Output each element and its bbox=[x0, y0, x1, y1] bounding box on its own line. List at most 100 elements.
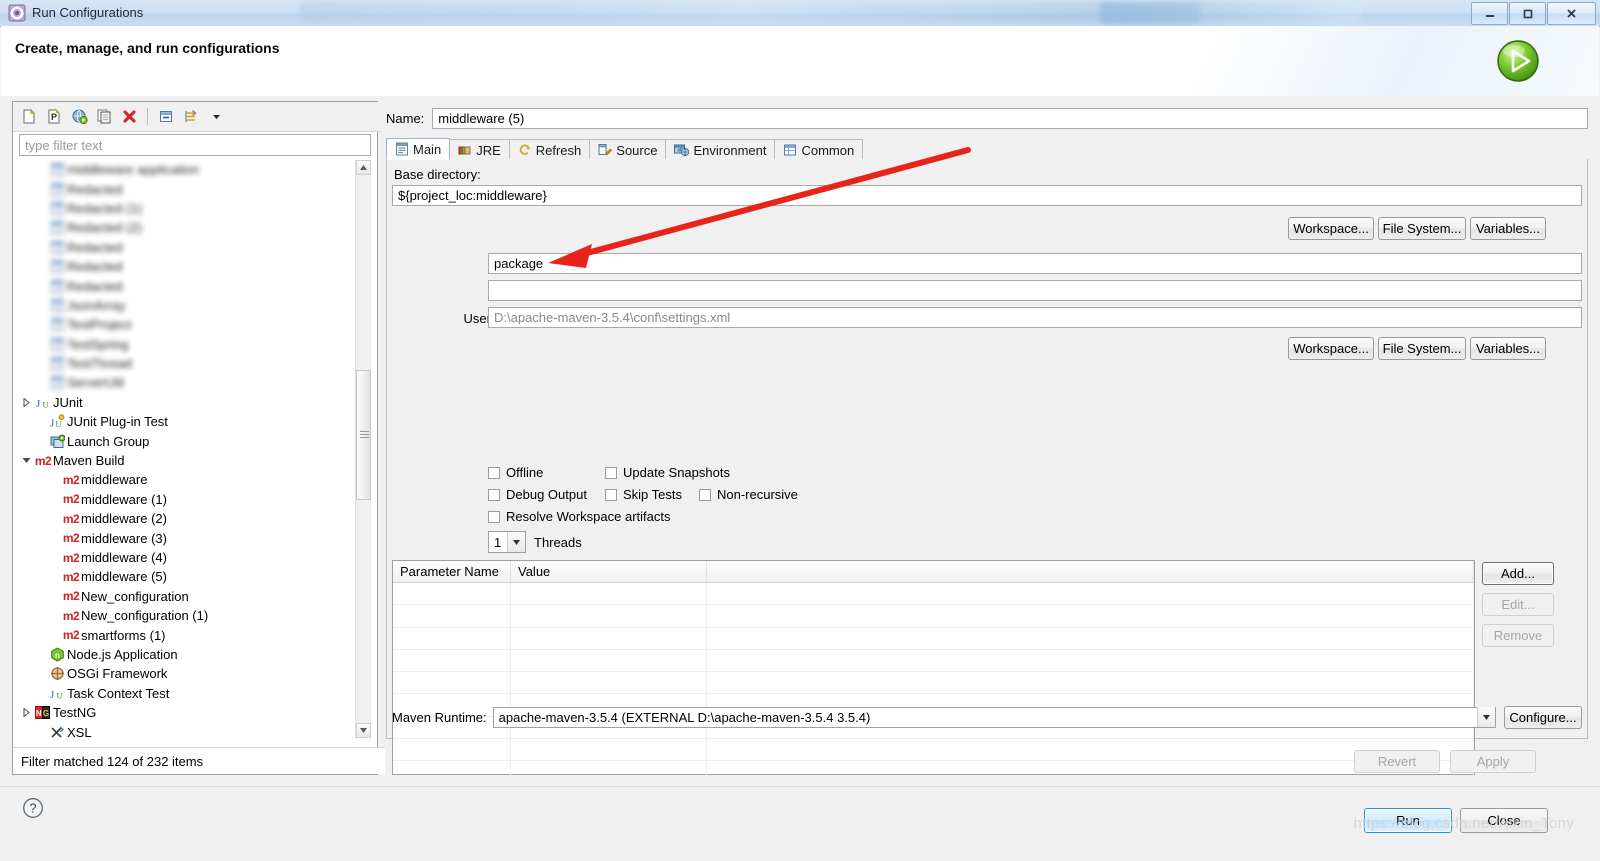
tree-item[interactable]: J Redacted bbox=[19, 276, 371, 295]
checkbox-offline[interactable]: Offline bbox=[488, 465, 543, 480]
table-cell bbox=[707, 605, 1474, 627]
tree-item[interactable]: m2 New_configuration (1) bbox=[19, 606, 371, 625]
maven-runtime-dropdown[interactable]: apache-maven-3.5.4 (EXTERNAL D:\apache-m… bbox=[492, 706, 1496, 728]
tree-scrollbar[interactable] bbox=[355, 160, 371, 738]
expander-collapsed-icon[interactable] bbox=[19, 397, 33, 407]
checkbox-skip-tests[interactable]: Skip Tests bbox=[605, 487, 682, 502]
tab-jre[interactable]: JRE bbox=[449, 139, 510, 160]
remove-button[interactable]: Remove bbox=[1482, 624, 1554, 647]
table-row[interactable] bbox=[393, 761, 1474, 784]
parameters-table[interactable]: Parameter Name Value bbox=[392, 560, 1475, 784]
tree-item[interactable]: m2 New_configuration bbox=[19, 587, 371, 606]
tree-item[interactable]: J TestThread bbox=[19, 354, 371, 373]
tree-item[interactable]: J U JUnit bbox=[19, 393, 371, 412]
tree-item[interactable]: n Node.js Application bbox=[19, 645, 371, 664]
user-settings-workspace-button[interactable]: Workspace... bbox=[1288, 337, 1374, 360]
checkbox-update-snapshots[interactable]: Update Snapshots bbox=[605, 465, 730, 480]
new-launch-configuration-icon[interactable] bbox=[18, 106, 40, 128]
search-input[interactable] bbox=[19, 134, 371, 156]
scroll-up-arrow-icon[interactable] bbox=[356, 160, 371, 175]
checkbox-box[interactable] bbox=[488, 510, 500, 523]
table-row[interactable] bbox=[393, 672, 1474, 695]
user-settings-variables-button[interactable]: Variables... bbox=[1470, 337, 1546, 360]
expander-collapsed-icon[interactable] bbox=[19, 708, 33, 718]
table-row[interactable] bbox=[393, 627, 1474, 650]
goals-input[interactable] bbox=[488, 253, 1582, 274]
tree-item[interactable]: J Redacted bbox=[19, 257, 371, 276]
table-row[interactable] bbox=[393, 649, 1474, 673]
tree-item[interactable]: J U Task Context Test bbox=[19, 684, 371, 703]
checkbox-box[interactable] bbox=[605, 488, 617, 501]
revert-button[interactable]: Revert bbox=[1354, 750, 1440, 773]
export-icon[interactable] bbox=[68, 106, 90, 128]
tree-item[interactable]: J Redacted (1) bbox=[19, 199, 371, 218]
scroll-down-arrow-icon[interactable] bbox=[356, 723, 371, 738]
threads-dropdown[interactable]: 1 bbox=[488, 531, 526, 553]
configure-button[interactable]: Configure... bbox=[1504, 705, 1582, 729]
tree-item[interactable]: XSL bbox=[19, 722, 371, 738]
tree-item[interactable]: J U JUnit Plug-in Test bbox=[19, 412, 371, 431]
close-button[interactable] bbox=[1547, 2, 1596, 25]
edit-button[interactable]: Edit... bbox=[1482, 593, 1554, 616]
checkbox-box[interactable] bbox=[488, 466, 500, 479]
column-header-parameter-name[interactable]: Parameter Name bbox=[393, 561, 511, 582]
tree-item[interactable]: J JsonArray bbox=[19, 296, 371, 315]
table-cell bbox=[393, 672, 511, 694]
tree-item[interactable]: J TestProject bbox=[19, 315, 371, 334]
base-directory-input[interactable] bbox=[392, 185, 1582, 206]
base-dir-file-system-button[interactable]: File System... bbox=[1378, 217, 1466, 240]
checkbox-box[interactable] bbox=[605, 466, 617, 479]
tree-item[interactable]: N G TestNG bbox=[19, 703, 371, 722]
tree-item[interactable]: Launch Group bbox=[19, 431, 371, 450]
tree-item[interactable]: J Redacted bbox=[19, 179, 371, 198]
tree-item[interactable]: m2 Maven Build bbox=[19, 451, 371, 470]
collapse-all-icon[interactable] bbox=[155, 106, 177, 128]
checkbox-debug-output[interactable]: Debug Output bbox=[488, 487, 587, 502]
delete-icon[interactable] bbox=[118, 106, 140, 128]
tree-item[interactable]: m2 middleware (3) bbox=[19, 528, 371, 547]
filter-icon[interactable] bbox=[180, 106, 202, 128]
minimize-button[interactable] bbox=[1471, 2, 1508, 25]
launch-configurations-tree[interactable]: Jmiddleware application J Redacted J Redacte… bbox=[19, 160, 371, 738]
tab-common[interactable]: Common bbox=[774, 139, 864, 160]
tree-item[interactable]: m2 middleware bbox=[19, 470, 371, 489]
help-question-icon[interactable]: ? bbox=[22, 797, 44, 819]
expander-expanded-icon[interactable] bbox=[19, 457, 33, 464]
tree-item[interactable]: m2 middleware (2) bbox=[19, 509, 371, 528]
scrollbar-thumb[interactable] bbox=[356, 370, 371, 500]
dropdown-arrow-icon[interactable] bbox=[205, 106, 227, 128]
tree-item[interactable]: J Redacted bbox=[19, 238, 371, 257]
base-dir-variables-button[interactable]: Variables... bbox=[1470, 217, 1546, 240]
profiles-input[interactable] bbox=[488, 280, 1582, 301]
base-dir-workspace-button[interactable]: Workspace... bbox=[1288, 217, 1374, 240]
configuration-name-input[interactable] bbox=[432, 107, 1588, 129]
tree-item[interactable]: J Redacted (2) bbox=[19, 218, 371, 237]
new-prototype-icon[interactable]: P bbox=[43, 106, 65, 128]
checkbox-box[interactable] bbox=[488, 488, 500, 501]
tree-item[interactable]: m2 smartforms (1) bbox=[19, 625, 371, 644]
tree-item[interactable]: J TestSpring bbox=[19, 335, 371, 354]
checkbox-resolve-workspace-artifacts[interactable]: Resolve Workspace artifacts bbox=[488, 509, 671, 524]
column-header-value[interactable]: Value bbox=[511, 561, 707, 582]
tree-item[interactable]: m2 middleware (4) bbox=[19, 548, 371, 567]
add-button[interactable]: Add... bbox=[1482, 562, 1554, 585]
tab-main[interactable]: Main bbox=[386, 138, 451, 160]
tree-item[interactable]: OSGi Framework bbox=[19, 664, 371, 683]
checkbox-box[interactable] bbox=[699, 488, 711, 501]
user-settings-file-system-button[interactable]: File System... bbox=[1378, 337, 1466, 360]
table-row[interactable] bbox=[393, 583, 1474, 606]
tab-environment[interactable]: ab Environment bbox=[665, 139, 776, 160]
tab-refresh[interactable]: Refresh bbox=[508, 139, 591, 160]
checkbox-non-recursive[interactable]: Non-recursive bbox=[699, 487, 798, 502]
user-settings-input[interactable] bbox=[488, 307, 1582, 328]
tree-item[interactable]: m2 middleware (1) bbox=[19, 490, 371, 509]
maximize-button[interactable] bbox=[1509, 2, 1546, 25]
apply-button[interactable]: Apply bbox=[1450, 750, 1536, 773]
tree-item-selected[interactable]: m2 middleware (5) bbox=[19, 567, 371, 589]
tree-item[interactable]: Jmiddleware application bbox=[19, 160, 371, 179]
tab-source[interactable]: Source bbox=[589, 139, 667, 160]
table-row[interactable] bbox=[393, 605, 1474, 628]
table-row[interactable] bbox=[393, 739, 1474, 762]
tree-item[interactable]: J ServerUtil bbox=[19, 373, 371, 392]
duplicate-icon[interactable] bbox=[93, 106, 115, 128]
